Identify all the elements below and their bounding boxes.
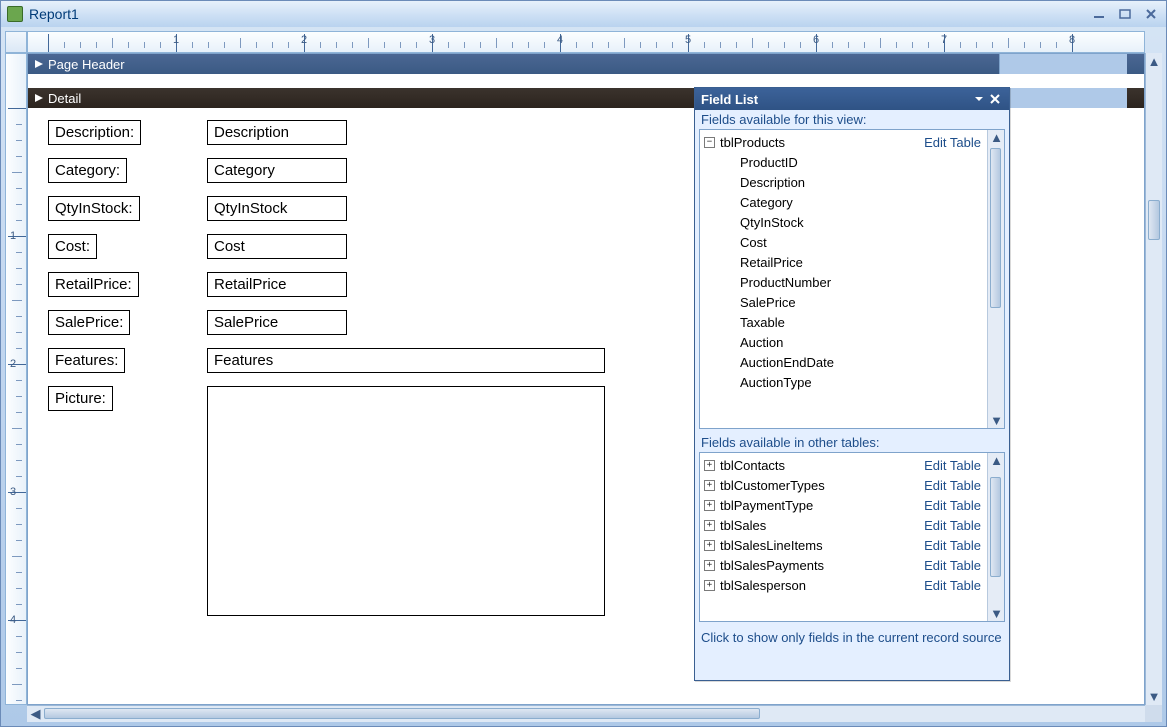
- bound-textbox[interactable]: Features: [207, 348, 605, 373]
- field-node[interactable]: Cost: [700, 232, 987, 252]
- scroll-thumb[interactable]: [1148, 200, 1160, 240]
- scroll-thumb[interactable]: [990, 148, 1001, 308]
- field-list-caption-other: Fields available in other tables:: [695, 433, 1009, 452]
- section-label: Page Header: [48, 57, 125, 72]
- expand-icon[interactable]: +: [704, 480, 715, 491]
- field-node[interactable]: Category: [700, 192, 987, 212]
- expand-icon[interactable]: +: [704, 520, 715, 531]
- scroll-down-icon[interactable]: ▼: [989, 606, 1004, 621]
- field-list-scrollbar[interactable]: ▲ ▼: [987, 130, 1004, 428]
- scroll-down-icon[interactable]: ▼: [989, 413, 1004, 428]
- field-label[interactable]: RetailPrice:: [48, 272, 139, 297]
- field-list-title: Field List: [701, 92, 758, 107]
- edit-table-link[interactable]: Edit Table: [924, 458, 981, 473]
- field-node[interactable]: ProductNumber: [700, 272, 987, 292]
- scroll-up-icon[interactable]: ▲: [989, 130, 1004, 145]
- field-node[interactable]: SalePrice: [700, 292, 987, 312]
- table-node[interactable]: +tblSalesEdit Table: [700, 515, 987, 535]
- scroll-left-icon[interactable]: ◀: [27, 706, 44, 722]
- horizontal-scrollbar[interactable]: ◀ ▶: [27, 705, 1162, 722]
- field-node[interactable]: RetailPrice: [700, 252, 987, 272]
- edit-table-link[interactable]: Edit Table: [924, 135, 981, 150]
- horizontal-ruler[interactable]: 12345678: [27, 31, 1145, 53]
- expand-icon[interactable]: +: [704, 580, 715, 591]
- field-list-caption-current: Fields available for this view:: [695, 110, 1009, 129]
- edit-table-link[interactable]: Edit Table: [924, 498, 981, 513]
- table-node[interactable]: +tblSalesPaymentsEdit Table: [700, 555, 987, 575]
- report-icon: [7, 6, 23, 22]
- window-title: Report1: [29, 6, 1090, 22]
- field-node[interactable]: Taxable: [700, 312, 987, 332]
- vertical-scrollbar[interactable]: ▲ ▼: [1145, 53, 1162, 705]
- collapse-icon[interactable]: −: [704, 137, 715, 148]
- expand-icon[interactable]: +: [704, 540, 715, 551]
- field-list-footer-link[interactable]: Click to show only fields in the current…: [695, 626, 1009, 649]
- bound-textbox[interactable]: Category: [207, 158, 347, 183]
- maximize-button[interactable]: [1116, 7, 1134, 21]
- bound-textbox[interactable]: RetailPrice: [207, 272, 347, 297]
- field-label[interactable]: Cost:: [48, 234, 97, 259]
- field-list-titlebar[interactable]: Field List: [695, 88, 1009, 110]
- dropdown-icon[interactable]: [971, 92, 987, 106]
- bound-textbox[interactable]: Description: [207, 120, 347, 145]
- field-list-other[interactable]: +tblContactsEdit Table+tblCustomerTypesE…: [700, 453, 987, 621]
- edit-table-link[interactable]: Edit Table: [924, 478, 981, 493]
- report-designer-window: Report1 12345678 12345: [0, 0, 1167, 727]
- minimize-button[interactable]: [1090, 7, 1108, 21]
- edit-table-link[interactable]: Edit Table: [924, 518, 981, 533]
- picture-control[interactable]: [207, 386, 605, 616]
- resize-gripper[interactable]: [1145, 705, 1162, 722]
- scroll-up-icon[interactable]: ▲: [989, 453, 1004, 468]
- field-label[interactable]: Description:: [48, 120, 141, 145]
- vertical-ruler[interactable]: 12345: [5, 53, 27, 705]
- field-label[interactable]: Features:: [48, 348, 125, 373]
- table-node[interactable]: +tblSalespersonEdit Table: [700, 575, 987, 595]
- scroll-thumb[interactable]: [990, 477, 1001, 577]
- section-bar-page-header[interactable]: Page Header: [28, 54, 1144, 74]
- field-node[interactable]: AuctionEndDate: [700, 352, 987, 372]
- ruler-corner[interactable]: [5, 31, 27, 53]
- field-label[interactable]: Category:: [48, 158, 127, 183]
- table-node[interactable]: +tblPaymentTypeEdit Table: [700, 495, 987, 515]
- close-icon[interactable]: [987, 92, 1003, 106]
- scroll-down-icon[interactable]: ▼: [1146, 688, 1162, 705]
- field-label[interactable]: Picture:: [48, 386, 113, 411]
- field-node[interactable]: ProductID: [700, 152, 987, 172]
- field-label[interactable]: SalePrice:: [48, 310, 130, 335]
- expand-icon[interactable]: +: [704, 460, 715, 471]
- edit-table-link[interactable]: Edit Table: [924, 578, 981, 593]
- field-list-scrollbar[interactable]: ▲ ▼: [987, 453, 1004, 621]
- section-icon: [34, 91, 44, 106]
- table-node[interactable]: +tblCustomerTypesEdit Table: [700, 475, 987, 495]
- close-button[interactable]: [1142, 7, 1160, 21]
- field-node[interactable]: AuctionType: [700, 372, 987, 392]
- section-label: Detail: [48, 91, 81, 106]
- bound-textbox[interactable]: Cost: [207, 234, 347, 259]
- expand-icon[interactable]: +: [704, 500, 715, 511]
- page-header-body[interactable]: [28, 74, 1144, 88]
- expand-icon[interactable]: +: [704, 560, 715, 571]
- table-node[interactable]: +tblContactsEdit Table: [700, 455, 987, 475]
- field-label[interactable]: QtyInStock:: [48, 196, 140, 221]
- scroll-up-icon[interactable]: ▲: [1146, 53, 1162, 70]
- field-list-panel[interactable]: Field List Fields available for this vie…: [694, 87, 1010, 681]
- edit-table-link[interactable]: Edit Table: [924, 538, 981, 553]
- titlebar[interactable]: Report1: [1, 1, 1166, 27]
- bound-textbox[interactable]: SalePrice: [207, 310, 347, 335]
- field-node[interactable]: Auction: [700, 332, 987, 352]
- field-node[interactable]: QtyInStock: [700, 212, 987, 232]
- table-node[interactable]: −tblProductsEdit Table: [700, 132, 987, 152]
- table-node[interactable]: +tblSalesLineItemsEdit Table: [700, 535, 987, 555]
- edit-table-link[interactable]: Edit Table: [924, 558, 981, 573]
- field-node[interactable]: Description: [700, 172, 987, 192]
- field-list-current[interactable]: −tblProductsEdit TableProductIDDescripti…: [700, 130, 987, 428]
- bound-textbox[interactable]: QtyInStock: [207, 196, 347, 221]
- section-icon: [34, 57, 44, 72]
- scroll-thumb[interactable]: [44, 708, 760, 719]
